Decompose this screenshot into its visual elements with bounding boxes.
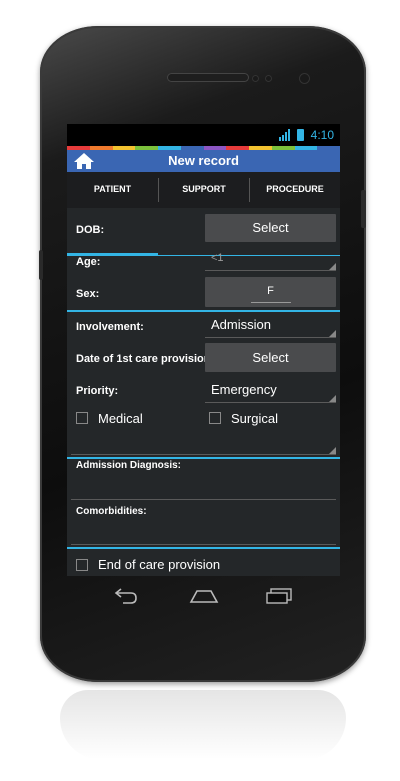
tab-patient[interactable]: PATIENT (67, 172, 158, 208)
sensor (252, 75, 259, 82)
surgical-label: Surgical (231, 411, 278, 426)
section-divider (67, 457, 340, 459)
comorbidities-input[interactable] (71, 522, 336, 545)
back-icon[interactable] (113, 588, 139, 604)
dob-label: DOB: (76, 224, 105, 236)
section-divider (67, 310, 340, 312)
sex-label: Sex: (76, 288, 100, 300)
surgical-checkbox[interactable] (209, 412, 221, 424)
involvement-label: Involvement: (76, 321, 144, 333)
home-nav-icon[interactable] (189, 588, 219, 604)
tab-bar: PATIENT SUPPORT PROCEDURE (67, 172, 340, 256)
end-of-care-label: End of care provision (98, 557, 221, 572)
power-button (39, 250, 43, 280)
involvement-spinner[interactable]: Admission (205, 317, 336, 338)
recent-apps-icon[interactable] (265, 587, 293, 604)
priority-label: Priority: (76, 385, 119, 397)
first-care-label: Date of 1st care provision: (76, 353, 215, 365)
spinner-corner-icon (329, 447, 336, 454)
tab-support[interactable]: SUPPORT (159, 172, 249, 208)
age-value: <1 (211, 252, 224, 264)
comorbidities-label: Comorbidities: (76, 506, 147, 517)
dob-select-button[interactable]: Select (205, 214, 336, 242)
battery-icon (297, 129, 304, 141)
sex-field[interactable]: F (205, 277, 336, 307)
age-label: Age: (76, 256, 101, 268)
sex-value: F (267, 285, 274, 297)
priority-value: Emergency (211, 382, 277, 397)
screen: 4:10 New record PATIENT SUPPORT PROCEDUR… (67, 124, 340, 576)
sensor (265, 75, 272, 82)
first-care-select-button[interactable]: Select (205, 343, 336, 372)
spinner-corner-icon (329, 263, 336, 270)
front-camera (299, 73, 310, 84)
admission-diagnosis-label: Admission Diagnosis: (76, 460, 182, 471)
priority-spinner[interactable]: Emergency (205, 382, 336, 403)
action-bar: New record (67, 150, 340, 172)
tab-procedure[interactable]: PROCEDURE (250, 172, 340, 208)
end-of-care-checkbox[interactable] (76, 559, 88, 571)
medical-checkbox[interactable] (76, 412, 88, 424)
medical-label: Medical (98, 411, 143, 426)
status-bar: 4:10 (67, 124, 340, 146)
admission-diagnosis-input[interactable] (71, 476, 336, 500)
notes-field[interactable] (71, 434, 336, 455)
volume-button (361, 190, 366, 228)
section-divider (67, 547, 340, 549)
spinner-corner-icon (329, 330, 336, 337)
phone-reflection (60, 690, 346, 760)
page-title: New record (168, 153, 239, 168)
spinner-corner-icon (329, 395, 336, 402)
signal-icon (279, 129, 290, 141)
involvement-value: Admission (211, 317, 271, 332)
earpiece (167, 73, 249, 82)
nav-bar (67, 576, 340, 616)
sex-underline (251, 302, 291, 303)
status-time: 4:10 (310, 128, 334, 142)
age-spinner[interactable]: <1 (205, 252, 336, 271)
